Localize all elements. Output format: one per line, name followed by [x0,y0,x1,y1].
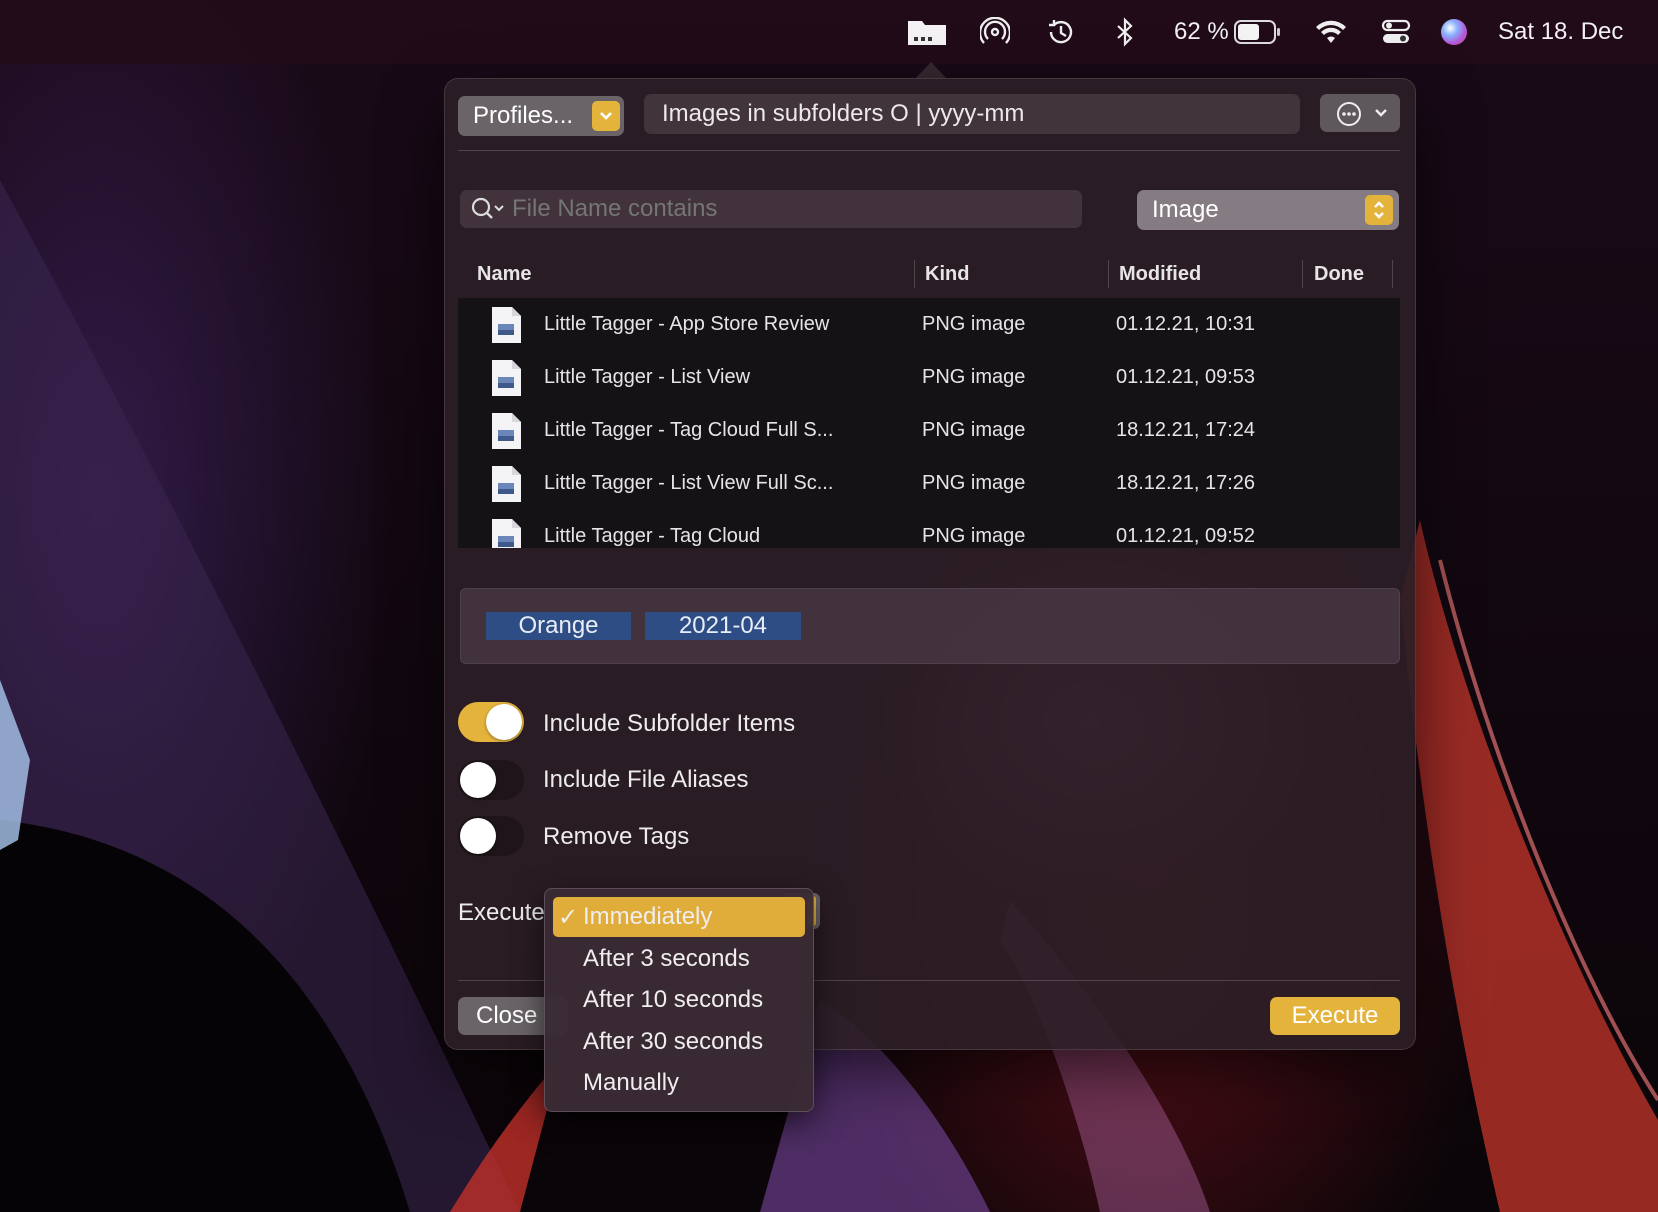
menu-item-immediately[interactable]: ✓ Immediately [553,897,805,937]
column-name[interactable]: Name [477,250,531,298]
png-file-icon [492,360,521,396]
battery-percent: 62 % [1174,18,1229,45]
close-label: Close [476,1002,538,1029]
row-name: Little Tagger - Tag Cloud Full S... [544,419,834,441]
table-row[interactable]: Little Tagger - Tag Cloud Full S... PNG … [458,404,1400,457]
folder-tagger-icon[interactable] [906,0,950,64]
row-done [1314,351,1384,404]
menubar-datetime[interactable]: Sat 18. Dec [1498,0,1658,64]
table-row[interactable]: Little Tagger - App Store Review PNG ima… [458,298,1400,351]
profile-name-value: Images in subfolders O | yyyy-mm [662,100,1025,127]
chevron-down-icon [1375,109,1387,117]
row-kind: PNG image [922,472,1026,494]
execute-timing-menu: ✓ Immediately After 3 seconds After 10 s… [544,888,814,1112]
menu-item-after-3-seconds[interactable]: After 3 seconds [553,939,805,979]
siri-icon[interactable] [1441,0,1471,64]
row-done [1314,404,1384,457]
row-name: Little Tagger - Tag Cloud [544,525,761,547]
menu-item-after-30-seconds[interactable]: After 30 seconds [553,1022,805,1062]
row-name: Little Tagger - List View [544,366,751,388]
table-body: Little Tagger - App Store Review PNG ima… [458,298,1400,548]
bluetooth-icon[interactable] [1116,0,1140,64]
table-row[interactable]: Little Tagger - List View Full Sc... PNG… [458,457,1400,510]
search-icon [471,197,504,219]
row-done [1314,457,1384,510]
tag-field[interactable]: Orange 2021-04 [460,588,1400,664]
profiles-button[interactable]: Profiles... [458,96,624,136]
column-divider [914,260,915,288]
popover-caret [915,62,947,79]
column-modified[interactable]: Modified [1119,250,1201,298]
remove-tags-label: Remove Tags [543,823,690,850]
execute-button[interactable]: Execute [1270,997,1400,1035]
menu-item-label: Manually [583,1069,680,1096]
table-row[interactable]: Little Tagger - List View PNG image 01.1… [458,351,1400,404]
row-modified: 01.12.21, 10:31 [1116,313,1256,335]
row-name: Little Tagger - App Store Review [544,313,830,335]
menu-item-label: After 3 seconds [583,945,750,972]
toggle-knob [486,704,522,740]
profiles-label: Profiles... [473,102,574,129]
kind-select[interactable]: Image [1137,190,1399,230]
airdrop-icon[interactable] [980,0,1014,64]
row-kind: PNG image [922,313,1026,335]
menu-item-label: After 10 seconds [583,986,764,1013]
battery-icon[interactable] [1234,0,1284,64]
row-modified: 01.12.21, 09:52 [1116,525,1256,547]
menu-item-label: After 30 seconds [583,1028,764,1055]
profile-name-field[interactable]: Images in subfolders O | yyyy-mm [644,94,1300,134]
execute-timing-label: Execute [458,899,545,926]
png-file-icon [492,413,521,449]
up-down-chevron-icon [1365,195,1393,225]
row-kind: PNG image [922,525,1026,547]
table-header: Name Kind Modified Done [458,250,1400,298]
wifi-icon[interactable] [1315,0,1349,64]
file-table: Name Kind Modified Done Little Tagger - … [458,250,1400,548]
search-field[interactable] [460,190,1082,228]
control-center-icon[interactable] [1381,0,1413,64]
ellipsis-circle-icon [1337,102,1361,126]
row-done [1314,298,1384,351]
column-divider [1108,260,1109,288]
table-row[interactable]: Little Tagger - Tag Cloud PNG image 01.1… [458,510,1400,548]
include-aliases-toggle[interactable] [458,760,524,800]
menu-item-manually[interactable]: Manually [553,1063,805,1103]
menu-item-after-10-seconds[interactable]: After 10 seconds [553,980,805,1020]
menu-bar: 62 % Sat 18. Dec [0,0,1658,64]
include-subfolders-label: Include Subfolder Items [543,710,796,737]
include-subfolders-toggle[interactable] [458,702,524,742]
search-input[interactable] [510,194,1054,224]
kind-select-value: Image [1152,196,1219,223]
row-modified: 18.12.21, 17:24 [1116,419,1256,441]
toggle-knob [460,762,496,798]
png-file-icon [492,519,521,548]
header-divider [458,150,1400,151]
menu-item-label: Immediately [583,903,713,930]
toggle-knob [460,818,496,854]
chevron-down-icon [592,101,620,131]
column-divider [1302,260,1303,288]
row-kind: PNG image [922,366,1026,388]
tag-token[interactable]: 2021-04 [645,612,801,640]
png-file-icon [492,466,521,502]
tag-token[interactable]: Orange [486,612,631,640]
column-kind[interactable]: Kind [925,250,969,298]
more-options-button[interactable] [1320,94,1400,132]
execute-button-label: Execute [1291,1002,1379,1029]
column-divider [1392,260,1393,288]
column-done[interactable]: Done [1314,250,1364,298]
png-file-icon [492,307,521,343]
row-done [1314,510,1384,548]
row-modified: 18.12.21, 17:26 [1116,472,1256,494]
checkmark-icon: ✓ [557,903,579,931]
include-aliases-label: Include File Aliases [543,766,749,793]
time-machine-icon[interactable] [1046,0,1078,64]
row-name: Little Tagger - List View Full Sc... [544,472,834,494]
remove-tags-toggle[interactable] [458,816,524,856]
row-modified: 01.12.21, 09:53 [1116,366,1256,388]
row-kind: PNG image [922,419,1026,441]
